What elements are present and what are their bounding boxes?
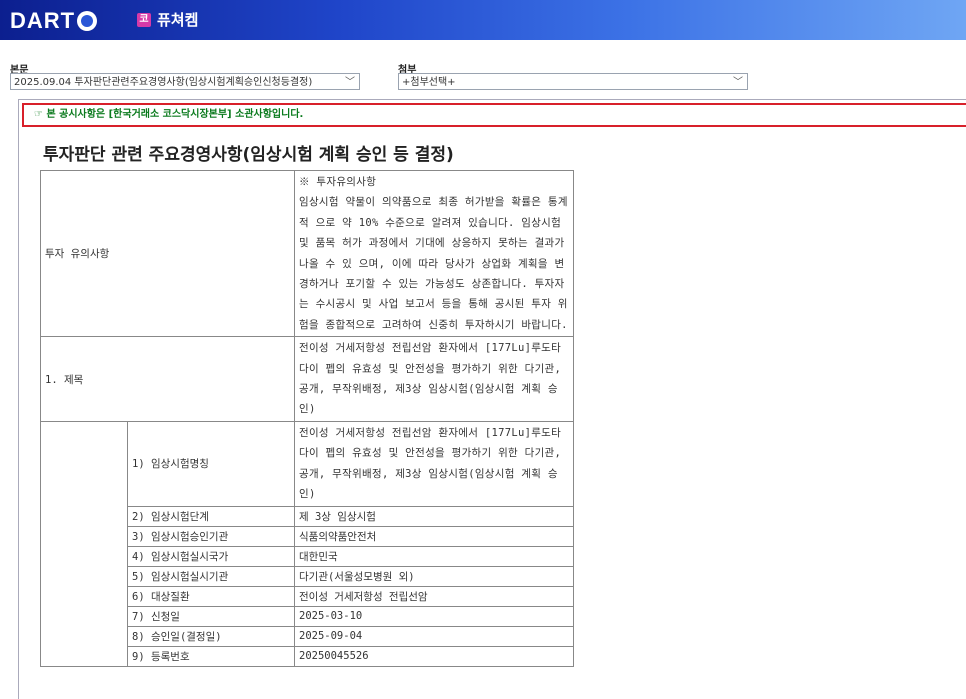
row-label: 9) 등록번호 (127, 645, 295, 667)
main-doc-select-value: 2025.09.04 투자판단관련주요경영사항(임상시험계획승인신청등결정) (14, 77, 313, 88)
row-value: 다기관(서울성모병원 외) (294, 565, 574, 587)
row-label: 1) 임상시험명칭 (127, 420, 295, 507)
kosdaq-badge: 코 (137, 12, 151, 27)
title-row-value: 전이성 거세저항성 전립선암 환자에서 [177Lu]루도타다이 펩의 유효성 … (294, 336, 574, 422)
dart-logo[interactable]: DART (10, 8, 98, 34)
row-value: 2025-03-10 (294, 605, 574, 627)
title-row-label: 1. 제목 (40, 336, 295, 422)
jurisdiction-notice: ☞ 본 공시사항은 [한국거래소 코스닥시장본부] 소관사항입니다. (22, 103, 966, 127)
row-value: 제 3상 임상시험 (294, 505, 574, 527)
logo-text: DART (10, 8, 76, 33)
document-title: 투자판단 관련 주요경영사항(임상시험 계획 승인 등 결정) (43, 145, 454, 165)
row-label: 4) 임상시험실시국가 (127, 545, 295, 567)
row-label: 3) 임상시험승인기관 (127, 525, 295, 547)
table-row: 투자 유의사항 ※ 투자유의사항 임상시험 약물이 의약품으로 최종 허가받을 … (40, 169, 574, 338)
row-label: 6) 대상질환 (127, 585, 295, 607)
company-title: 코 퓨쳐켐 (137, 9, 198, 30)
row-label: 2) 임상시험단계 (127, 505, 295, 527)
row-value: 2025-09-04 (294, 625, 574, 647)
logo-mark-icon (77, 11, 98, 31)
row-label: 7) 신청일 (127, 605, 295, 627)
caution-text: ※ 투자유의사항 임상시험 약물이 의약품으로 최종 허가받을 확률은 통계적 … (294, 169, 574, 338)
table-row: 1) 임상시험명칭 전이성 거세저항성 전립선암 환자에서 [177Lu]루도타… (40, 420, 574, 667)
disclosure-table: 투자 유의사항 ※ 투자유의사항 임상시험 약물이 의약품으로 최종 허가받을 … (40, 169, 574, 667)
attach-select-value: +첨부선택+ (402, 77, 456, 88)
main-doc-select[interactable]: 2025.09.04 투자판단관련주요경영사항(임상시험계획승인신청등결정) ﹀ (10, 73, 360, 90)
chevron-down-icon: ﹀ (345, 77, 355, 88)
row-value: 대한민국 (294, 545, 574, 567)
row-value: 20250045526 (294, 645, 574, 667)
caution-label: 투자 유의사항 (40, 169, 295, 338)
company-name: 퓨쳐켐 (157, 11, 199, 29)
row-label: 8) 승인일(결정일) (127, 625, 295, 647)
top-header: DART 코 퓨쳐켐 (0, 0, 966, 40)
row-value: 식품의약품안전처 (294, 525, 574, 547)
chevron-down-icon: ﹀ (733, 77, 743, 88)
attach-select[interactable]: +첨부선택+ ﹀ (398, 73, 748, 90)
row-value: 전이성 거세저항성 전립선암 (294, 585, 574, 607)
group-cell (40, 420, 128, 667)
row-value: 전이성 거세저항성 전립선암 환자에서 [177Lu]루도타다이 펩의 유효성 … (294, 420, 574, 507)
table-row: 1. 제목 전이성 거세저항성 전립선암 환자에서 [177Lu]루도타다이 펩… (40, 336, 574, 422)
row-label: 5) 임상시험실시기관 (127, 565, 295, 587)
